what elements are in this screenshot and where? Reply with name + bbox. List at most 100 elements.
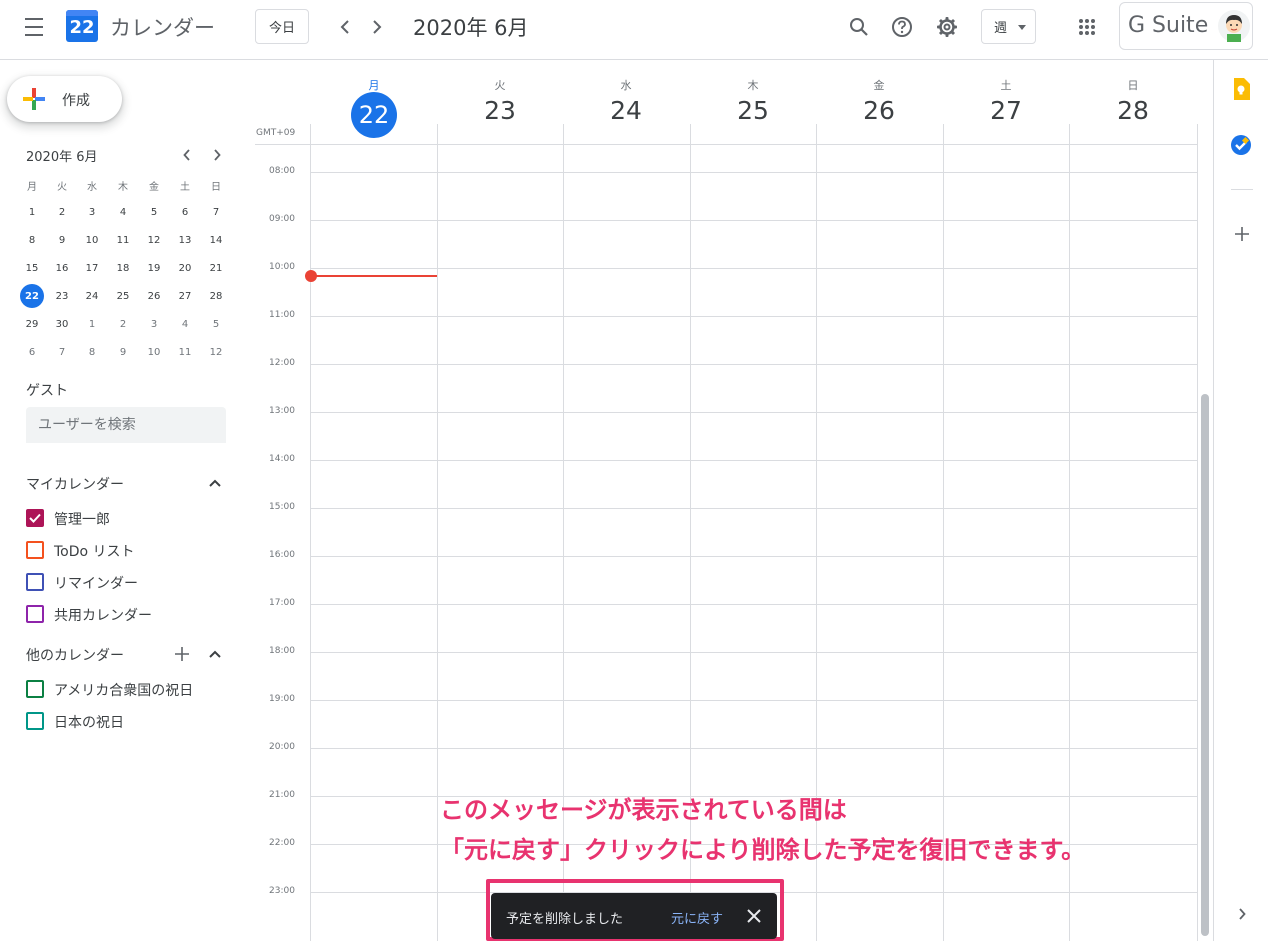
collapse-my-calendars-button[interactable]	[205, 474, 225, 492]
mini-day-cell[interactable]: 4	[173, 312, 197, 336]
mini-day-cell[interactable]: 26	[142, 284, 166, 308]
mini-prev-month-button[interactable]	[178, 146, 196, 164]
hour-label: 22:00	[269, 838, 295, 848]
my-calendar-label[interactable]: 共用カレンダー	[54, 605, 152, 625]
snackbar-close-button[interactable]	[744, 906, 764, 926]
mini-day-cell[interactable]: 15	[20, 256, 44, 280]
current-date-range: 2020年 6月	[413, 16, 529, 40]
mini-day-cell[interactable]: 7	[204, 200, 228, 224]
mini-day-cell[interactable]: 2	[111, 312, 135, 336]
previous-week-button[interactable]	[333, 13, 357, 41]
chevron-left-icon	[183, 149, 190, 161]
dropdown-arrow-icon	[1018, 25, 1026, 30]
grid-scrollbar[interactable]	[1201, 394, 1209, 936]
mini-day-cell[interactable]: 25	[111, 284, 135, 308]
search-button[interactable]	[845, 13, 873, 41]
mini-day-cell[interactable]: 16	[50, 256, 74, 280]
mini-day-cell[interactable]: 10	[80, 228, 104, 252]
mini-day-cell[interactable]: 28	[204, 284, 228, 308]
mini-day-cell[interactable]: 30	[50, 312, 74, 336]
collapse-other-calendars-button[interactable]	[205, 645, 225, 663]
apps-button[interactable]	[1073, 13, 1101, 41]
next-week-button[interactable]	[365, 13, 389, 41]
current-time-line	[312, 275, 437, 277]
hour-line	[310, 268, 1198, 269]
my-calendar-checkbox[interactable]	[26, 605, 44, 623]
guest-search-input[interactable]	[26, 407, 226, 443]
hour-line	[310, 748, 1198, 749]
mini-next-month-button[interactable]	[208, 146, 226, 164]
mini-day-cell[interactable]: 6	[173, 200, 197, 224]
mini-day-cell[interactable]: 23	[50, 284, 74, 308]
mini-day-cell[interactable]: 11	[173, 340, 197, 364]
side-panel-divider	[1231, 189, 1253, 190]
my-calendar-checkbox[interactable]	[26, 509, 44, 527]
day-date-number[interactable]: 23	[437, 96, 563, 125]
my-calendar-checkbox[interactable]	[26, 541, 44, 559]
mini-day-cell[interactable]: 14	[204, 228, 228, 252]
other-calendar-checkbox[interactable]	[26, 712, 44, 730]
today-button[interactable]: 今日	[255, 9, 309, 44]
mini-day-cell[interactable]: 7	[50, 340, 74, 364]
account-area[interactable]: G Suite	[1119, 2, 1253, 50]
day-name-label: 金	[873, 79, 885, 92]
all-day-divider	[255, 144, 1198, 145]
mini-day-cell[interactable]: 12	[204, 340, 228, 364]
mini-day-cell[interactable]: 2	[50, 200, 74, 224]
mini-day-cell[interactable]: 9	[50, 228, 74, 252]
mini-day-cell[interactable]: 17	[80, 256, 104, 280]
my-calendar-label[interactable]: 管理一郎	[54, 509, 110, 529]
mini-day-cell[interactable]: 27	[173, 284, 197, 308]
mini-day-cell[interactable]: 5	[142, 200, 166, 224]
mini-day-cell[interactable]: 12	[142, 228, 166, 252]
avatar[interactable]	[1218, 10, 1250, 42]
other-calendar-label[interactable]: アメリカ合衆国の祝日	[54, 680, 193, 700]
my-calendar-label[interactable]: リマインダー	[54, 573, 138, 593]
mini-day-cell[interactable]: 6	[20, 340, 44, 364]
mini-day-cell[interactable]: 3	[80, 200, 104, 224]
main-menu-button[interactable]	[14, 12, 54, 42]
mini-day-cell[interactable]: 13	[173, 228, 197, 252]
help-button[interactable]	[888, 13, 916, 41]
plus-icon	[1235, 227, 1249, 241]
create-button[interactable]: 作成	[7, 76, 122, 122]
mini-day-cell[interactable]: 10	[142, 340, 166, 364]
add-addon-button[interactable]	[1228, 220, 1256, 248]
mini-day-cell[interactable]: 9	[111, 340, 135, 364]
mini-day-cell[interactable]: 1	[20, 200, 44, 224]
mini-day-cell[interactable]: 29	[20, 312, 44, 336]
my-calendar-label[interactable]: ToDo リスト	[54, 541, 135, 561]
mini-day-cell[interactable]: 8	[80, 340, 104, 364]
mini-weekday-label: 土	[180, 181, 190, 193]
mini-day-cell[interactable]: 22	[20, 284, 44, 308]
chevron-right-icon	[214, 149, 221, 161]
mini-day-cell[interactable]: 11	[111, 228, 135, 252]
day-date-number[interactable]: 28	[1070, 96, 1196, 125]
tasks-button[interactable]	[1226, 130, 1256, 160]
expand-side-panel-button[interactable]	[1228, 900, 1256, 928]
mini-day-cell[interactable]: 18	[111, 256, 135, 280]
add-other-calendar-button[interactable]	[172, 644, 192, 664]
mini-day-cell[interactable]: 5	[204, 312, 228, 336]
view-selector[interactable]: 週	[981, 9, 1036, 44]
day-date-number[interactable]: 27	[943, 96, 1069, 125]
my-calendar-checkbox[interactable]	[26, 573, 44, 591]
mini-day-cell[interactable]: 3	[142, 312, 166, 336]
mini-day-cell[interactable]: 1	[80, 312, 104, 336]
mini-weekday-label: 火	[57, 181, 67, 193]
mini-day-cell[interactable]: 24	[80, 284, 104, 308]
mini-day-cell[interactable]: 20	[173, 256, 197, 280]
day-date-number[interactable]: 24	[563, 96, 689, 125]
other-calendar-checkbox[interactable]	[26, 680, 44, 698]
day-date-number[interactable]: 26	[816, 96, 942, 125]
mini-day-cell[interactable]: 8	[20, 228, 44, 252]
day-date-number[interactable]: 25	[690, 96, 816, 125]
mini-day-cell[interactable]: 4	[111, 200, 135, 224]
gear-icon	[937, 17, 957, 37]
other-calendar-label[interactable]: 日本の祝日	[54, 712, 124, 732]
keep-button[interactable]	[1226, 74, 1256, 104]
mini-day-cell[interactable]: 19	[142, 256, 166, 280]
mini-day-cell[interactable]: 21	[204, 256, 228, 280]
undo-button[interactable]: 元に戻す	[671, 908, 723, 927]
settings-button[interactable]	[933, 13, 961, 41]
